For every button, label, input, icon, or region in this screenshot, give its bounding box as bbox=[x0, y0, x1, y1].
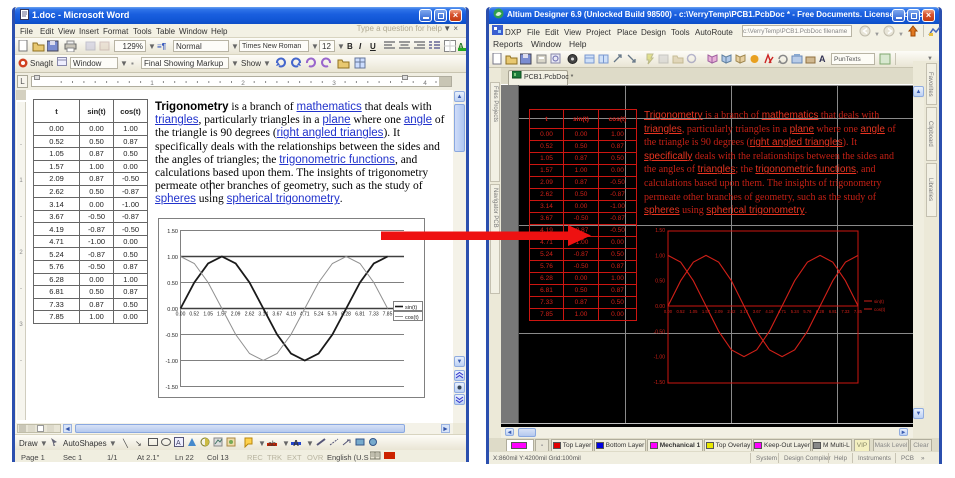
svg-text:0.00: 0.00 bbox=[176, 312, 186, 318]
svg-text:1.05: 1.05 bbox=[203, 312, 213, 318]
svg-text:2.62: 2.62 bbox=[727, 309, 736, 314]
svg-text:1.50: 1.50 bbox=[655, 228, 665, 234]
svg-text:1: 1 bbox=[150, 80, 154, 86]
svg-text:A: A bbox=[176, 440, 181, 447]
svg-text:-1.50: -1.50 bbox=[654, 380, 666, 386]
svg-text:-1.00: -1.00 bbox=[654, 355, 666, 361]
svg-text:5.76: 5.76 bbox=[328, 312, 338, 318]
svg-text:4: 4 bbox=[423, 80, 427, 86]
svg-text:5.24: 5.24 bbox=[791, 309, 800, 314]
svg-text:5.76: 5.76 bbox=[803, 309, 812, 314]
svg-text:7.33: 7.33 bbox=[841, 309, 850, 314]
svg-text:cos(t): cos(t) bbox=[874, 307, 886, 312]
svg-text:-1.50: -1.50 bbox=[165, 385, 178, 391]
svg-text:2: 2 bbox=[241, 80, 245, 86]
svg-text:1.00: 1.00 bbox=[655, 253, 665, 259]
svg-text:3.67: 3.67 bbox=[272, 312, 282, 318]
svg-text:7.33: 7.33 bbox=[369, 312, 379, 318]
svg-text:6.81: 6.81 bbox=[355, 312, 365, 318]
svg-text:0.52: 0.52 bbox=[189, 312, 199, 318]
svg-text:0.50: 0.50 bbox=[655, 279, 665, 285]
svg-text:1.05: 1.05 bbox=[689, 309, 698, 314]
svg-text:3: 3 bbox=[332, 80, 336, 86]
svg-text:0.00: 0.00 bbox=[664, 309, 673, 314]
svg-text:4.19: 4.19 bbox=[286, 312, 296, 318]
svg-text:7.85: 7.85 bbox=[383, 312, 393, 318]
svg-text:6.81: 6.81 bbox=[829, 309, 838, 314]
svg-text:4.19: 4.19 bbox=[765, 309, 774, 314]
svg-text:2.62: 2.62 bbox=[245, 312, 255, 318]
svg-text:sin(t): sin(t) bbox=[405, 305, 417, 311]
svg-text:-0.50: -0.50 bbox=[165, 333, 178, 339]
svg-text:cos(t): cos(t) bbox=[405, 315, 419, 321]
svg-text:1.50: 1.50 bbox=[167, 229, 178, 235]
svg-text:0.52: 0.52 bbox=[677, 309, 686, 314]
svg-text:-0.50: -0.50 bbox=[654, 329, 666, 335]
svg-text:1.00: 1.00 bbox=[167, 255, 178, 261]
svg-text:7.85: 7.85 bbox=[854, 309, 863, 314]
svg-text:2.09: 2.09 bbox=[715, 309, 724, 314]
svg-text:sin(t): sin(t) bbox=[874, 299, 885, 304]
svg-text:-1.00: -1.00 bbox=[165, 359, 178, 365]
svg-text:0.50: 0.50 bbox=[167, 281, 178, 287]
svg-text:5.24: 5.24 bbox=[314, 312, 324, 318]
svg-text:3.67: 3.67 bbox=[753, 309, 762, 314]
svg-text:2.09: 2.09 bbox=[231, 312, 241, 318]
